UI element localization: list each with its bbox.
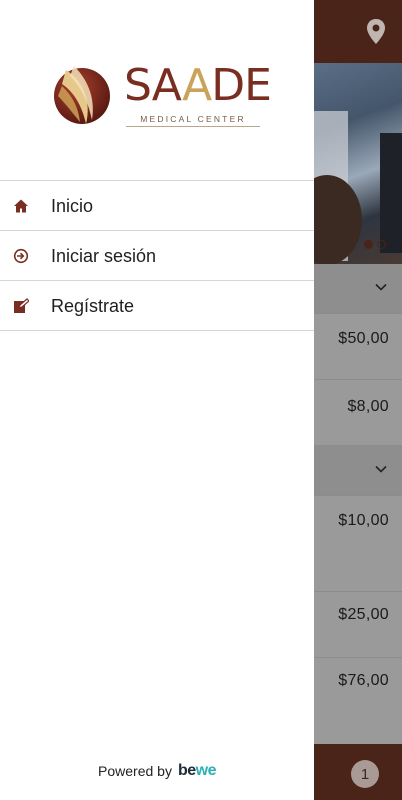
menu-item-label: Iniciar sesión	[51, 246, 157, 266]
hero-image	[314, 63, 402, 264]
price-label: $8,00	[347, 398, 389, 415]
cart-count-badge[interactable]: 1	[351, 760, 379, 788]
menu-item-label: Regístrate	[51, 296, 135, 316]
list-item[interactable]: $8,00	[314, 380, 402, 446]
powered-by: Powered by bewe	[0, 762, 314, 780]
location-pin-icon[interactable]	[364, 18, 388, 46]
category-header[interactable]	[314, 264, 402, 314]
menu-item-label: Inicio	[51, 196, 94, 216]
logo: SAADE MEDICAL CENTER	[0, 0, 314, 180]
powered-by-label: Powered by	[98, 763, 172, 779]
navigation-drawer: SAADE MEDICAL CENTER Inicio Iniciar sesi…	[0, 0, 314, 800]
menu-item-inicio[interactable]: Inicio	[0, 181, 314, 231]
list-item[interactable]: $25,00	[314, 592, 402, 658]
bewe-logo[interactable]: bewe	[178, 762, 217, 780]
logo-emblem-icon	[54, 66, 110, 124]
home-icon	[14, 199, 28, 213]
chevron-down-icon	[375, 465, 387, 473]
list-item[interactable]: $50,00	[314, 314, 402, 380]
chevron-down-icon	[375, 283, 387, 291]
logo-wordmark: SAADE	[124, 60, 272, 111]
price-label: $10,00	[338, 512, 389, 529]
price-label: $25,00	[338, 606, 389, 623]
logo-divider	[126, 126, 260, 127]
menu-item-iniciar-sesion[interactable]: Iniciar sesión	[0, 231, 314, 281]
slider-dot[interactable]	[377, 240, 386, 249]
menu-item-registrate[interactable]: Regístrate	[0, 281, 314, 331]
edit-icon	[14, 298, 29, 313]
price-label: $50,00	[338, 330, 389, 347]
logo-subtitle: MEDICAL CENTER	[140, 114, 246, 124]
bottom-bar: 1	[314, 744, 402, 800]
slider-dots[interactable]	[364, 240, 386, 249]
category-header[interactable]	[314, 446, 402, 496]
sign-in-icon	[13, 248, 29, 264]
drawer-menu: Inicio Iniciar sesión Regístrate	[0, 180, 314, 331]
list-item[interactable]: $10,00	[314, 496, 402, 592]
list-item[interactable]: $76,00	[314, 658, 402, 744]
service-list: $50,00 $8,00 $10,00 $25,00 $76,00	[314, 264, 402, 744]
slider-dot-active[interactable]	[364, 240, 373, 249]
price-label: $76,00	[338, 672, 389, 689]
